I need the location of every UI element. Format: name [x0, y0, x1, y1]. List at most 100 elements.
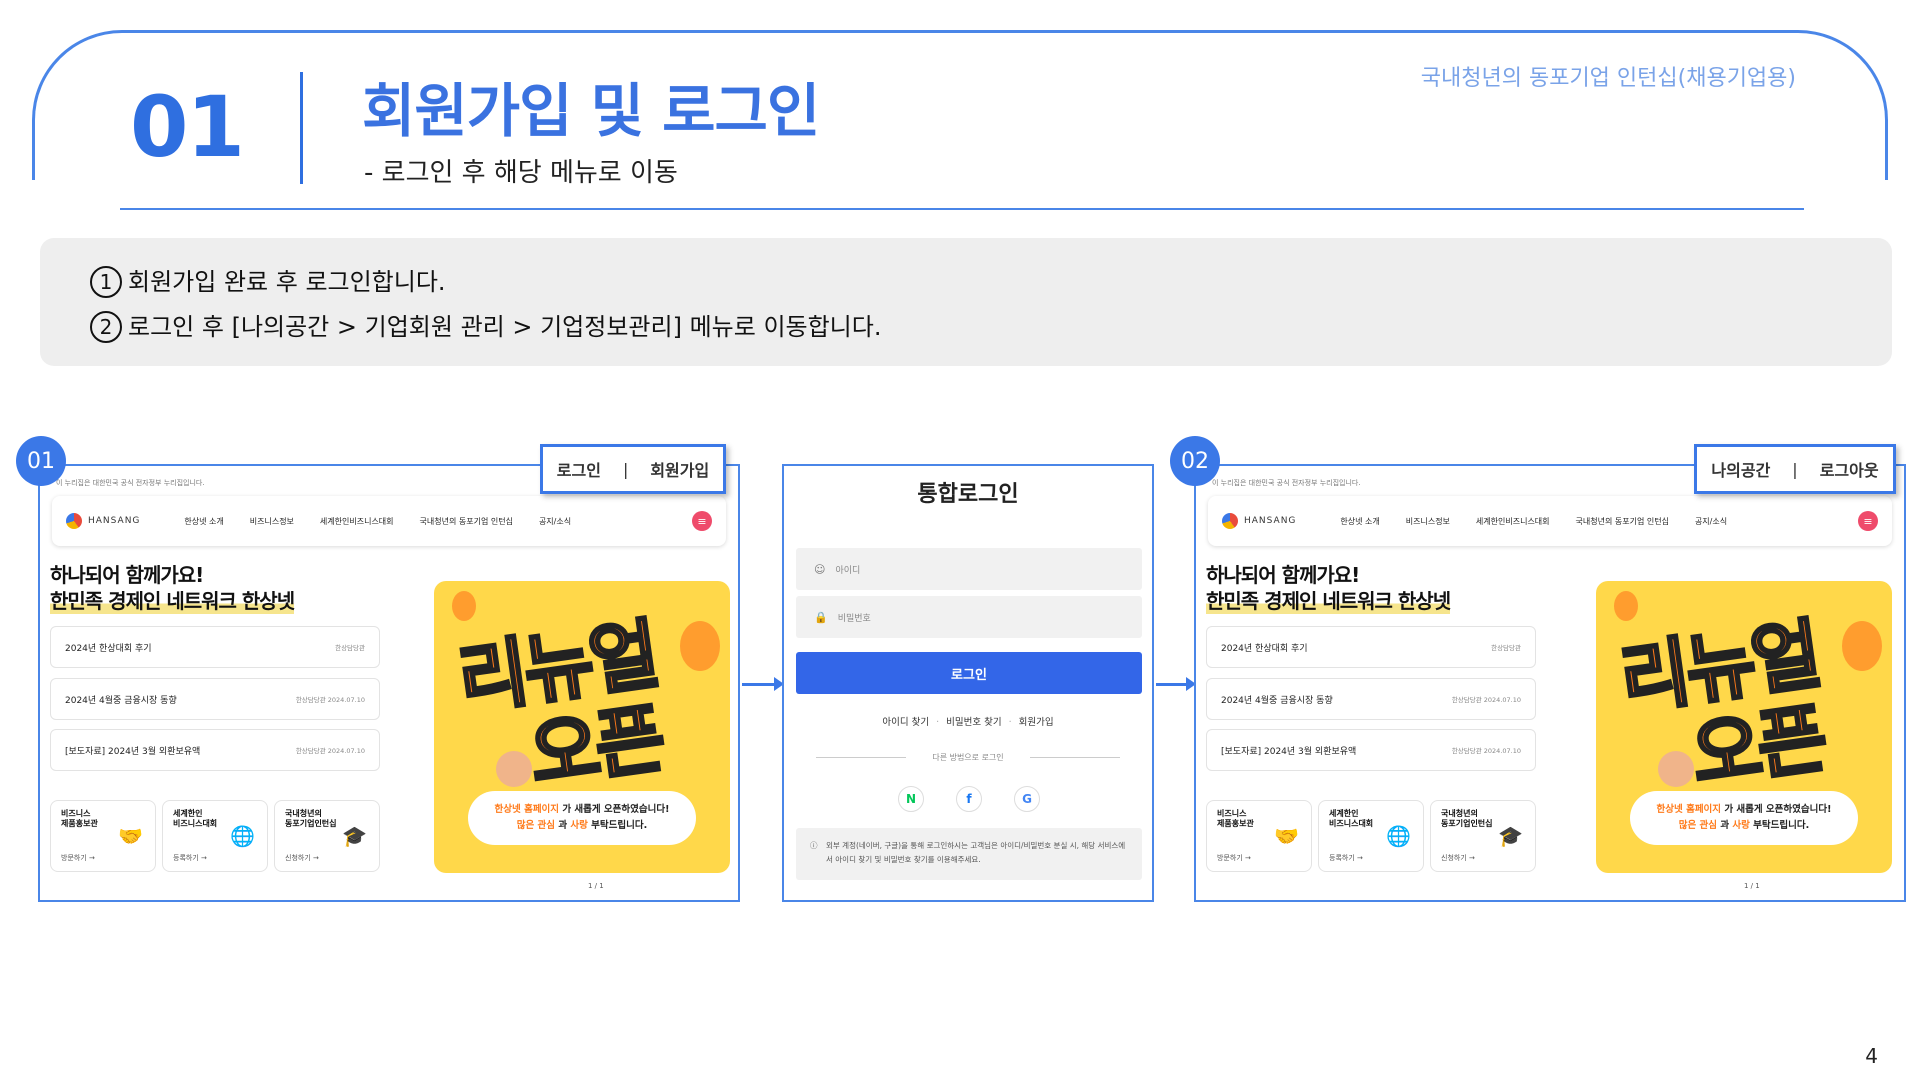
nav-item[interactable]: 공지/소식 [1695, 516, 1727, 527]
banner-pager[interactable]: 1 / 1 [1744, 882, 1760, 890]
hero-line-1: 하나되어 함께가요! [50, 563, 204, 587]
id-input[interactable]: ☺ 아이디 [796, 548, 1142, 590]
hero-line-2: 한민족 경제인 네트워크 한상넷 [1206, 588, 1451, 614]
news-title: [보도자료] 2024년 3월 외환보유액 [1221, 746, 1357, 757]
banner-headline-2: 오픈 [522, 692, 668, 801]
service-name: 세계한인 [1329, 809, 1359, 818]
nav-item[interactable]: 한상넷 소개 [1340, 516, 1379, 527]
naver-login-icon[interactable]: N [898, 786, 924, 812]
logo-text: HANSANG [1244, 516, 1297, 526]
news-date: 한상담당관 2024.07.10 [295, 696, 365, 704]
nav-item[interactable]: 비즈니스정보 [250, 516, 294, 527]
page-number: 4 [1865, 1044, 1878, 1068]
other-login-label: 다른 방법으로 로그인 [796, 752, 1140, 763]
service-card[interactable]: 국내청년의 동포기업인턴십 🎓 신청하기 → [274, 800, 380, 872]
nav-item[interactable]: 세계한인비즈니스대회 [1476, 516, 1550, 527]
news-item[interactable]: 2024년 한상대회 후기 한상담당관 [1206, 626, 1536, 668]
banner-msg-strong: 많은 관심 [1678, 820, 1718, 831]
callout-login[interactable]: 로그인 [557, 457, 601, 481]
graduation-icon: 🎓 [1498, 824, 1523, 848]
nav-item[interactable]: 공지/소식 [539, 516, 571, 527]
login-button[interactable]: 로그인 [796, 652, 1142, 694]
banner-headline: 리뉴얼 오픈 [451, 608, 672, 806]
news-title: 2024년 한상대회 후기 [65, 643, 152, 654]
character-illustration [496, 751, 532, 787]
callout-myspace-logout: 나의공간 | 로그아웃 [1694, 444, 1896, 494]
callout-login-join: 로그인 | 회원가입 [540, 444, 726, 494]
service-card[interactable]: 비즈니스 제품홍보관 🤝 방문하기 → [1206, 800, 1312, 872]
banner-msg: 과 [555, 820, 571, 831]
service-card[interactable]: 세계한인 비즈니스대회 🌐 등록하기 → [162, 800, 268, 872]
notice-text: 외부 계정(네이버, 구글)을 통해 로그인하시는 고객님은 아이디/비밀번호 … [826, 841, 1126, 864]
news-title: [보도자료] 2024년 3월 외환보유액 [65, 746, 201, 757]
balloon-icon [1842, 621, 1882, 671]
callout-separator: | [1792, 459, 1798, 479]
user-icon: ☺ [814, 562, 826, 576]
screenshot-login: 통합로그인 ☺ 아이디 🔒 비밀번호 로그인 아이디 찾기 · 비밀번호 찾기 · 회원가입… [782, 464, 1154, 902]
news-item[interactable]: [보도자료] 2024년 3월 외환보유액 한상담당관 2024.07.10 [1206, 729, 1536, 771]
banner-msg-strong: 한상넷 홈페이지 [494, 804, 560, 815]
site-logo[interactable]: HANSANG [66, 513, 140, 529]
find-password-link[interactable]: 비밀번호 찾기 [946, 717, 1001, 728]
service-card[interactable]: 세계한인 비즈니스대회 🌐 등록하기 → [1318, 800, 1424, 872]
service-link[interactable]: 신청하기 → [1441, 853, 1475, 863]
nav-item[interactable]: 세계한인비즈니스대회 [320, 516, 394, 527]
banner-msg: 가 새롭게 오픈하였습니다! [1721, 804, 1832, 815]
news-date: 한상담당관 [1491, 644, 1521, 652]
callout-myspace[interactable]: 나의공간 [1711, 457, 1770, 481]
nav-item[interactable]: 한상넷 소개 [184, 516, 223, 527]
hero-line-1: 하나되어 함께가요! [1206, 563, 1360, 587]
instruction-text-1: 회원가입 완료 후 로그인합니다. [128, 268, 446, 296]
news-date: 한상담당관 2024.07.10 [1451, 747, 1521, 755]
news-title: 2024년 한상대회 후기 [1221, 643, 1308, 654]
service-card[interactable]: 비즈니스 제품홍보관 🤝 방문하기 → [50, 800, 156, 872]
nav-item[interactable]: 비즈니스정보 [1406, 516, 1450, 527]
page-title: 회원가입 및 로그인 [362, 77, 820, 145]
login-title: 통합로그인 [917, 482, 1019, 507]
handshake-icon: 🤝 [118, 824, 143, 848]
nav-item[interactable]: 국내청년의 동포기업 인턴십 [1576, 516, 1669, 527]
screenshot-site-after-login: 이 누리집은 대한민국 공식 전자정부 누리집입니다. HANSANG 한상넷 … [1194, 464, 1906, 902]
service-name: 비즈니스 [61, 809, 91, 818]
link-separator: · [936, 717, 940, 728]
news-item[interactable]: [보도자료] 2024년 3월 외환보유액 한상담당관 2024.07.10 [50, 729, 380, 771]
service-card[interactable]: 국내청년의 동포기업인턴십 🎓 신청하기 → [1430, 800, 1536, 872]
service-link[interactable]: 신청하기 → [285, 853, 319, 863]
service-link[interactable]: 등록하기 → [1329, 853, 1363, 863]
callout-join[interactable]: 회원가입 [650, 457, 709, 481]
menu-icon[interactable]: ≡ [692, 511, 712, 531]
callout-logout[interactable]: 로그아웃 [1820, 457, 1879, 481]
news-title: 2024년 4월중 금융시장 동향 [1221, 695, 1333, 706]
news-item[interactable]: 2024년 4월중 금융시장 동향 한상담당관 2024.07.10 [1206, 678, 1536, 720]
news-item[interactable]: 2024년 한상대회 후기 한상담당관 [50, 626, 380, 668]
banner-msg: 과 [1717, 820, 1733, 831]
globe-icon: 🌐 [1386, 824, 1411, 848]
banner-headline: 리뉴얼 오픈 [1613, 608, 1834, 806]
site-logo[interactable]: HANSANG [1222, 513, 1296, 529]
join-link[interactable]: 회원가입 [1019, 717, 1054, 728]
banner-headline-2: 오픈 [1684, 692, 1830, 801]
service-link[interactable]: 등록하기 → [173, 853, 207, 863]
instruction-text-2: 로그인 후 [나의공간 > 기업회원 관리 > 기업정보관리] 메뉴로 이동합니… [128, 313, 882, 341]
google-login-icon[interactable]: G [1014, 786, 1040, 812]
menu-icon[interactable]: ≡ [1858, 511, 1878, 531]
banner-msg-strong: 많은 관심 [516, 820, 556, 831]
step-badge-01: 01 [16, 436, 66, 486]
facebook-login-icon[interactable]: f [956, 786, 982, 812]
service-link[interactable]: 방문하기 → [61, 853, 95, 863]
link-separator: · [1008, 717, 1012, 728]
service-name: 국내청년의 [1441, 809, 1478, 818]
news-item[interactable]: 2024년 4월중 금융시장 동향 한상담당관 2024.07.10 [50, 678, 380, 720]
globe-icon: 🌐 [230, 824, 255, 848]
graduation-icon: 🎓 [342, 824, 367, 848]
password-input[interactable]: 🔒 비밀번호 [796, 596, 1142, 638]
find-id-link[interactable]: 아이디 찾기 [882, 717, 929, 728]
banner-pager[interactable]: 1 / 1 [588, 882, 604, 890]
renewal-banner[interactable]: 리뉴얼 오픈 한상넷 홈페이지 가 새롭게 오픈하였습니다! 많은 관심 과 사랑… [1596, 581, 1892, 873]
renewal-banner[interactable]: 리뉴얼 오픈 한상넷 홈페이지 가 새롭게 오픈하였습니다! 많은 관심 과 사랑… [434, 581, 730, 873]
banner-msg-strong: 한상넷 홈페이지 [1656, 804, 1722, 815]
service-link[interactable]: 방문하기 → [1217, 853, 1251, 863]
hero-line-2: 한민족 경제인 네트워크 한상넷 [50, 588, 295, 614]
flow-arrow [742, 677, 784, 691]
nav-item[interactable]: 국내청년의 동포기업 인턴십 [420, 516, 513, 527]
